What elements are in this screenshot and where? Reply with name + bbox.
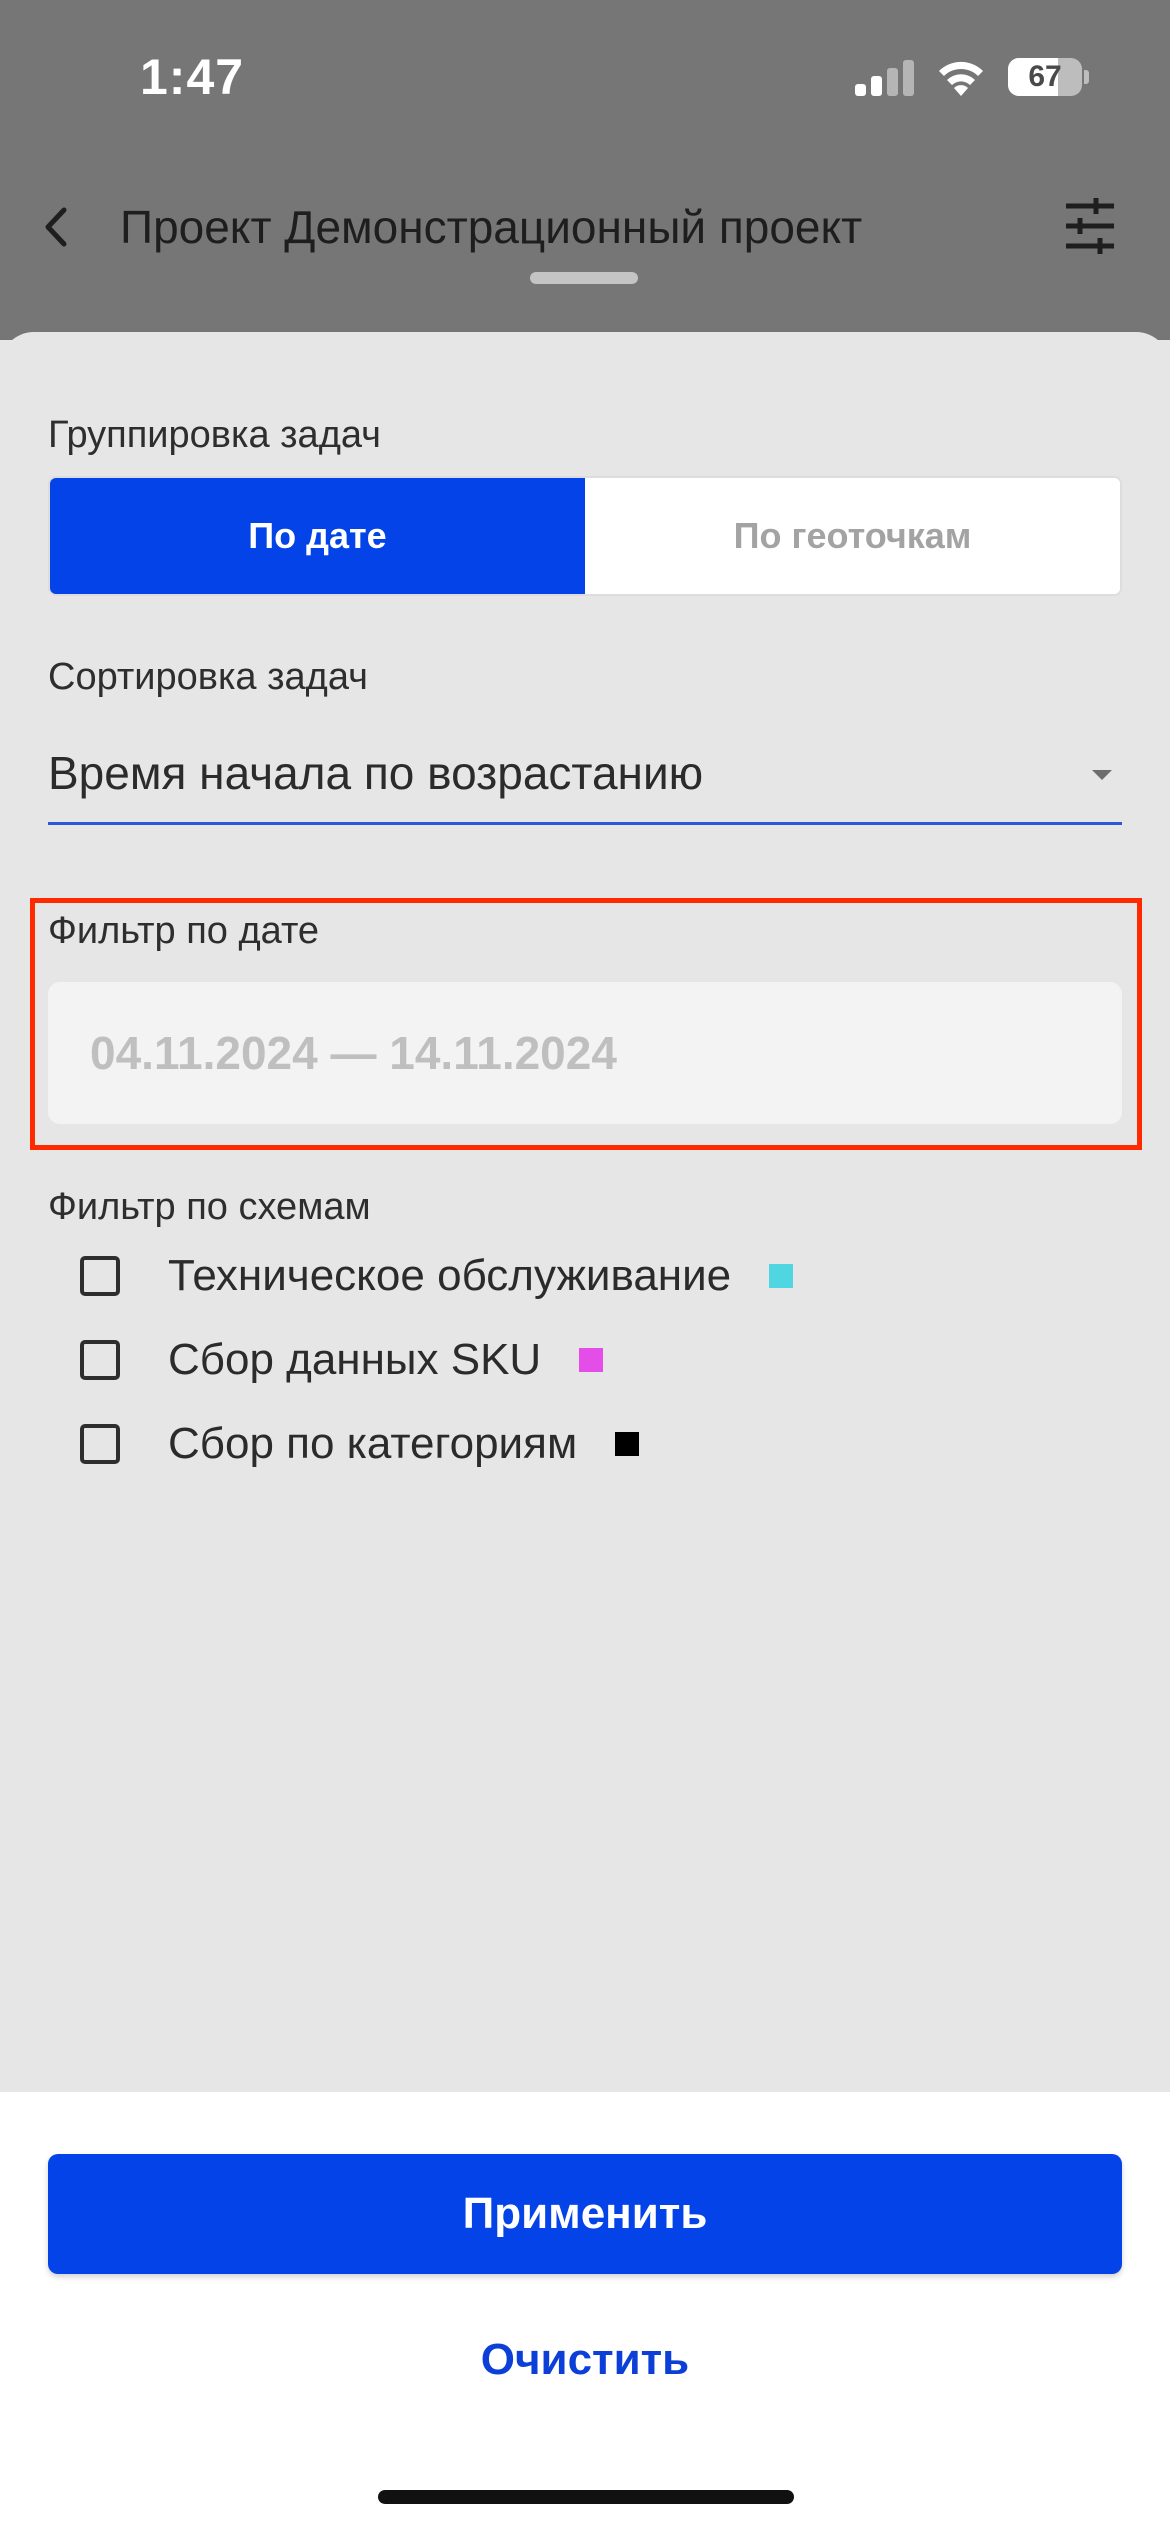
date-filter-label: Фильтр по дате bbox=[48, 910, 320, 952]
status-time: 1:47 bbox=[140, 49, 245, 105]
chevron-left-icon[interactable] bbox=[36, 200, 76, 254]
checkbox[interactable] bbox=[80, 1424, 120, 1464]
schemes-label: Фильтр по схемам bbox=[48, 1186, 371, 1228]
caret-down-icon bbox=[1092, 770, 1112, 780]
battery-level: 67 bbox=[1028, 60, 1062, 93]
grouping-segmented-control: По дате По геоточкам bbox=[48, 476, 1122, 596]
cellular-signal-icon bbox=[855, 60, 914, 96]
apply-button[interactable]: Применить bbox=[48, 2154, 1122, 2274]
checkbox[interactable] bbox=[80, 1340, 120, 1380]
scheme-item-label: Сбор по категориям bbox=[168, 1419, 578, 1468]
scheme-item-categories[interactable]: Сбор по категориям bbox=[80, 1414, 640, 1474]
project-title: Проект Демонстрационный проект bbox=[120, 201, 863, 253]
scheme-color-swatch bbox=[615, 1432, 640, 1456]
wifi-icon bbox=[939, 61, 983, 96]
scheme-item-label: Сбор данных SKU bbox=[168, 1335, 542, 1384]
clear-button[interactable]: Очистить bbox=[385, 2320, 785, 2400]
battery-icon: 67 bbox=[1008, 58, 1089, 96]
sheet-grabber[interactable] bbox=[530, 272, 638, 284]
scheme-item-label: Техническое обслуживание bbox=[168, 1251, 732, 1300]
scheme-item-sku[interactable]: Сбор данных SKU bbox=[80, 1330, 604, 1390]
checkbox[interactable] bbox=[80, 1256, 120, 1296]
sliders-icon[interactable] bbox=[1062, 196, 1118, 256]
home-indicator[interactable] bbox=[378, 2490, 794, 2504]
sorting-select[interactable]: Время начала по возрастанию bbox=[48, 730, 1122, 825]
grouping-label: Группировка задач bbox=[48, 414, 381, 456]
sorting-value: Время начала по возрастанию bbox=[48, 747, 704, 799]
scheme-color-swatch bbox=[769, 1264, 794, 1288]
grouping-by-geopoints-button[interactable]: По геоточкам bbox=[585, 478, 1120, 594]
scheme-color-swatch bbox=[579, 1348, 604, 1372]
date-range-field[interactable] bbox=[48, 982, 1122, 1124]
sorting-label: Сортировка задач bbox=[48, 656, 368, 698]
grouping-by-date-button[interactable]: По дате bbox=[50, 478, 585, 594]
scheme-item-maintenance[interactable]: Техническое обслуживание bbox=[80, 1246, 794, 1306]
date-range-input[interactable] bbox=[90, 1018, 1080, 1088]
